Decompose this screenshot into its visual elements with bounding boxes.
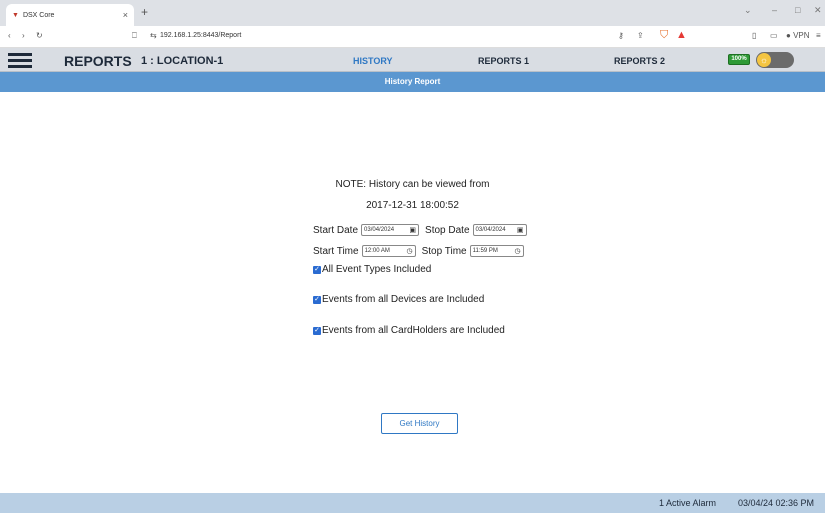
event-types-label: All Event Types Included bbox=[322, 264, 432, 275]
new-tab-button[interactable]: + bbox=[141, 5, 148, 19]
tab-history[interactable]: HISTORY bbox=[353, 56, 393, 66]
get-history-button[interactable]: Get History bbox=[381, 413, 458, 434]
footer-datetime: 03/04/24 02:36 PM bbox=[738, 498, 815, 508]
tab-close-icon[interactable]: × bbox=[123, 10, 128, 20]
stop-date-value: 03/04/2024 bbox=[475, 227, 506, 233]
stop-time-value: 11:59 PM bbox=[472, 248, 498, 254]
start-time-value: 12:00 AM bbox=[364, 248, 390, 254]
page-title: REPORTS bbox=[64, 53, 132, 69]
brave-rewards-icon[interactable]: ▲ bbox=[676, 29, 687, 41]
calendar-icon: ▣ bbox=[516, 227, 524, 234]
start-date-value: 03/04/2024 bbox=[364, 227, 395, 233]
devices-checkbox[interactable]: ✓ bbox=[313, 295, 321, 304]
reload-icon[interactable]: ↻ bbox=[36, 31, 43, 40]
menu-icon[interactable]: ≡ bbox=[816, 31, 821, 40]
location-label: 1 : LOCATION-1 bbox=[141, 55, 224, 67]
calendar-icon: ▣ bbox=[409, 227, 417, 234]
vpn-label: VPN bbox=[793, 31, 810, 40]
clock-icon: ◷ bbox=[406, 248, 413, 255]
report-subheader: History Report bbox=[0, 72, 825, 92]
start-date-input[interactable]: 03/04/2024 ▣ bbox=[361, 224, 420, 236]
event-types-checkbox-row[interactable]: ✓ All Event Types Included bbox=[313, 264, 431, 275]
vpn-button[interactable]: ● VPN bbox=[786, 31, 810, 40]
tab-reports-1[interactable]: REPORTS 1 bbox=[478, 56, 529, 66]
active-alarm-count[interactable]: 1 Active Alarm bbox=[659, 498, 716, 508]
date-row: Start Date 03/04/2024 ▣ Stop Date 03/04/2… bbox=[313, 224, 533, 236]
hamburger-menu-icon[interactable] bbox=[8, 53, 32, 68]
theme-toggle[interactable]: ☼ bbox=[756, 52, 794, 68]
bookmark-icon[interactable]: ⎕ bbox=[132, 31, 137, 41]
tab-search-icon[interactable]: ⌄ bbox=[744, 5, 752, 16]
browser-tab-bar: ▼ DSX Core × + ⌄ – □ ✕ bbox=[0, 0, 825, 26]
event-types-checkbox[interactable]: ✓ bbox=[313, 265, 321, 274]
minimize-icon[interactable]: – bbox=[772, 5, 777, 15]
stop-date-input[interactable]: 03/04/2024 ▣ bbox=[472, 224, 527, 236]
browser-tab[interactable]: ▼ DSX Core × bbox=[6, 4, 134, 26]
forward-icon[interactable]: › bbox=[22, 31, 25, 40]
url-field[interactable]: 192.168.1.25:8443/Report bbox=[160, 32, 241, 39]
wallet-icon[interactable]: ▭ bbox=[770, 31, 778, 40]
tab-reports-2[interactable]: REPORTS 2 bbox=[614, 56, 665, 66]
devices-checkbox-row[interactable]: ✓ Events from all Devices are Included bbox=[313, 294, 484, 305]
time-row: Start Time 12:00 AM ◷ Stop Time 11:59 PM ◷ bbox=[313, 245, 530, 257]
browser-tab-title: DSX Core bbox=[22, 11, 55, 19]
history-start-datetime: 2017-12-31 18:00:52 bbox=[366, 200, 459, 211]
maximize-icon[interactable]: □ bbox=[795, 5, 800, 15]
key-icon[interactable]: ⚷ bbox=[618, 31, 624, 40]
start-time-input[interactable]: 12:00 AM ◷ bbox=[361, 245, 416, 257]
close-window-icon[interactable]: ✕ bbox=[814, 5, 822, 16]
back-icon[interactable]: ‹ bbox=[8, 31, 11, 40]
clock-icon: ◷ bbox=[514, 248, 521, 255]
share-icon[interactable]: ⇪ bbox=[637, 31, 644, 40]
sun-icon: ☼ bbox=[757, 53, 771, 67]
site-settings-icon[interactable]: ⇆ bbox=[150, 31, 157, 40]
stop-time-label: Stop Time bbox=[421, 245, 467, 257]
status-footer: 1 Active Alarm 03/04/24 02:36 PM bbox=[0, 493, 825, 513]
start-time-label: Start Time bbox=[313, 245, 359, 257]
battery-indicator: 100% bbox=[728, 54, 750, 65]
cardholders-checkbox[interactable]: ✓ bbox=[313, 326, 321, 335]
devices-label: Events from all Devices are Included bbox=[322, 294, 485, 305]
address-bar: ‹ › ↻ ⎕ ⇆ 192.168.1.25:8443/Report ⚷ ⇪ ⛉… bbox=[0, 26, 825, 48]
stop-time-input[interactable]: 11:59 PM ◷ bbox=[469, 245, 524, 257]
brave-favicon-icon: ▼ bbox=[12, 11, 19, 19]
cardholders-checkbox-row[interactable]: ✓ Events from all CardHolders are Includ… bbox=[313, 325, 505, 336]
brave-shield-icon[interactable]: ⛉ bbox=[660, 29, 668, 42]
app-header: REPORTS 1 : LOCATION-1 HISTORY REPORTS 1… bbox=[0, 48, 825, 72]
stop-date-label: Stop Date bbox=[425, 224, 470, 236]
sidebar-icon[interactable]: ▯ bbox=[752, 31, 756, 40]
note-text: NOTE: History can be viewed from bbox=[335, 179, 490, 190]
start-date-label: Start Date bbox=[313, 224, 359, 236]
cardholders-label: Events from all CardHolders are Included bbox=[322, 325, 505, 336]
